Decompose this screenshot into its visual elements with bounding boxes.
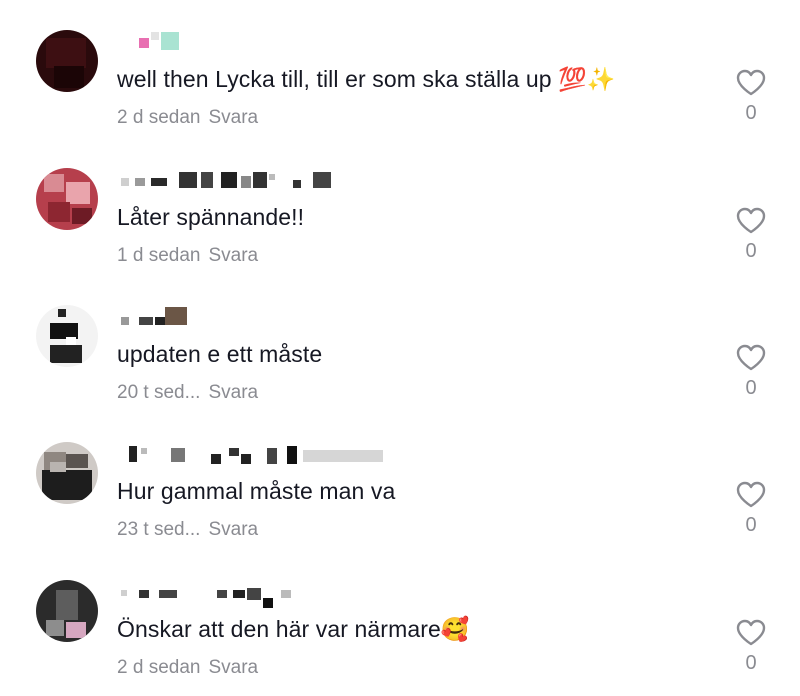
comment-text: well then Lycka till, till er som ska st…	[117, 66, 616, 92]
comment-time: 2 d sedan	[117, 657, 201, 678]
like-count: 0	[745, 102, 757, 124]
heart-outline-icon	[736, 207, 766, 234]
avatar[interactable]	[36, 168, 98, 230]
comment-item: updaten e ett måste 20 t sed... Svara 0	[0, 275, 800, 412]
comment-meta: 20 t sed... Svara	[117, 382, 258, 404]
like-button[interactable]: 0	[734, 207, 768, 277]
comment-time: 2 d sedan	[117, 107, 201, 128]
like-count: 0	[745, 652, 757, 674]
reply-button[interactable]: Svara	[208, 382, 258, 403]
comment-text: Hur gammal måste man va	[117, 478, 396, 504]
avatar[interactable]	[36, 580, 98, 642]
username-blurred[interactable]	[117, 305, 417, 327]
like-button[interactable]: 0	[734, 481, 768, 551]
avatar[interactable]	[36, 305, 98, 367]
comment-item: Låter spännande!! 1 d sedan Svara 0	[0, 138, 800, 275]
comment-meta: 2 d sedan Svara	[117, 657, 258, 679]
username-blurred[interactable]	[117, 168, 417, 190]
comment-item: well then Lycka till, till er som ska st…	[0, 0, 800, 137]
heart-outline-icon	[736, 344, 766, 371]
comment-meta: 23 t sed... Svara	[117, 519, 258, 541]
username-blurred[interactable]	[117, 30, 417, 52]
comment-meta: 1 d sedan Svara	[117, 245, 258, 267]
heart-outline-icon	[736, 619, 766, 646]
reply-button[interactable]: Svara	[208, 519, 258, 540]
username-blurred[interactable]	[117, 580, 417, 608]
comment-time: 23 t sed...	[117, 519, 201, 540]
heart-outline-icon	[736, 69, 766, 96]
like-button[interactable]: 0	[734, 344, 768, 414]
comment-time: 20 t sed...	[117, 382, 201, 403]
reply-button[interactable]: Svara	[208, 245, 258, 266]
comment-item: Önskar att den här var närmare🥰 2 d seda…	[0, 550, 800, 687]
username-blurred[interactable]	[117, 442, 417, 464]
like-count: 0	[745, 240, 757, 262]
comment-text: Låter spännande!!	[117, 204, 305, 230]
avatar[interactable]	[36, 30, 98, 92]
like-count: 0	[745, 377, 757, 399]
heart-outline-icon	[736, 481, 766, 508]
reply-button[interactable]: Svara	[208, 107, 258, 128]
like-count: 0	[745, 514, 757, 536]
comment-time: 1 d sedan	[117, 245, 201, 266]
comment-item: Hur gammal måste man va 23 t sed... Svara…	[0, 412, 800, 549]
comment-meta: 2 d sedan Svara	[117, 107, 258, 129]
comment-text: updaten e ett måste	[117, 341, 323, 367]
like-button[interactable]: 0	[734, 619, 768, 689]
comment-text: Önskar att den här var närmare🥰	[117, 616, 470, 642]
avatar[interactable]	[36, 442, 98, 504]
like-button[interactable]: 0	[734, 69, 768, 139]
reply-button[interactable]: Svara	[208, 657, 258, 678]
